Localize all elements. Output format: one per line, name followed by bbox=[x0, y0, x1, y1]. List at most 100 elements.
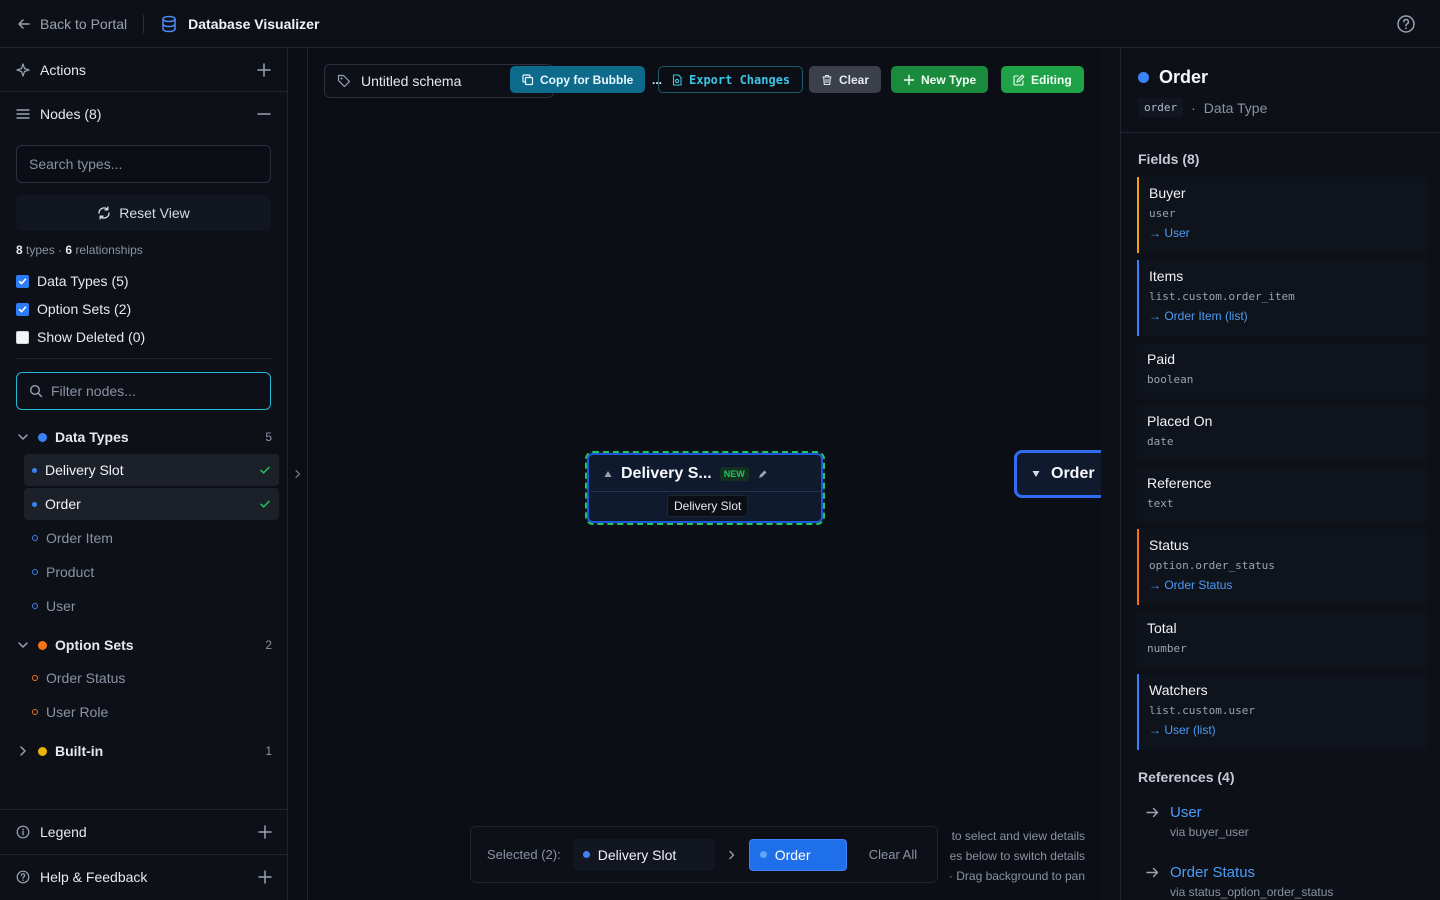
collapse-triangle-icon[interactable] bbox=[1031, 469, 1041, 479]
fields-section-title: Fields (8) bbox=[1138, 151, 1200, 167]
checkbox-data-types[interactable]: Data Types (5) bbox=[16, 273, 129, 289]
field-type: boolean bbox=[1147, 373, 1194, 386]
data-type-color-dot bbox=[38, 432, 47, 442]
field-items[interactable]: Items list.custom.order_item → Order Ite… bbox=[1137, 260, 1427, 336]
field-name: Status bbox=[1149, 537, 1189, 553]
types-count: 8 bbox=[16, 243, 23, 257]
pencil-icon[interactable] bbox=[757, 469, 768, 480]
field-total[interactable]: Total number bbox=[1137, 612, 1427, 668]
plus-icon[interactable] bbox=[258, 825, 272, 839]
field-name: Watchers bbox=[1149, 682, 1208, 698]
arrow-left-icon bbox=[16, 16, 32, 32]
reset-view-button[interactable]: Reset View bbox=[16, 195, 271, 231]
chevron-down-icon[interactable] bbox=[16, 430, 30, 444]
editing-label: Editing bbox=[1031, 72, 1072, 87]
export-changes-button[interactable]: Export Changes bbox=[658, 66, 804, 93]
checkbox-unchecked-icon[interactable] bbox=[16, 330, 29, 344]
collapse-triangle-icon[interactable] bbox=[603, 469, 613, 479]
copy-for-bubble-button[interactable]: Copy for Bubble bbox=[510, 66, 646, 93]
clear-button[interactable]: Clear bbox=[809, 66, 882, 93]
details-subtitle: order · Data Type bbox=[1138, 98, 1267, 117]
relationships-word: relationships bbox=[75, 243, 143, 257]
field-status[interactable]: Status option.order_status → Order Statu… bbox=[1137, 529, 1427, 605]
chevron-down-icon[interactable] bbox=[16, 638, 30, 652]
new-type-button[interactable]: New Type bbox=[891, 66, 989, 93]
group-option-sets[interactable]: Option Sets 2 bbox=[16, 637, 272, 653]
bullet-icon bbox=[32, 535, 38, 541]
node-title: Order bbox=[1051, 465, 1095, 482]
clear-label: Clear bbox=[839, 72, 870, 87]
field-reference-link[interactable]: → User bbox=[1149, 226, 1417, 240]
field-placed-on[interactable]: Placed On date bbox=[1137, 405, 1427, 461]
reference-label: User bbox=[1170, 804, 1202, 821]
field-paid[interactable]: Paid boolean bbox=[1137, 343, 1427, 399]
help-icon[interactable] bbox=[1396, 14, 1416, 34]
selection-bar: Selected (2): Delivery Slot Order Clear … bbox=[470, 826, 938, 883]
checkbox-checked-icon[interactable] bbox=[16, 302, 29, 316]
more-options-button[interactable]: ... bbox=[646, 66, 668, 93]
checkbox-show-deleted[interactable]: Show Deleted (0) bbox=[16, 329, 145, 345]
checkbox-checked-icon[interactable] bbox=[16, 274, 29, 288]
back-to-portal-link[interactable]: Back to Portal bbox=[16, 16, 127, 32]
chip-label: Order bbox=[774, 846, 811, 863]
group-built-in[interactable]: Built-in 1 bbox=[16, 743, 272, 759]
minus-icon[interactable] bbox=[257, 107, 271, 121]
group-data-types[interactable]: Data Types 5 bbox=[16, 429, 272, 445]
field-reference-link[interactable]: → User (list) bbox=[1149, 723, 1417, 737]
copy-icon bbox=[522, 73, 534, 86]
schema-canvas[interactable]: Untitled schema Copy for Bubble Export C… bbox=[308, 48, 1101, 900]
field-reference-link[interactable]: → Order Status bbox=[1149, 578, 1417, 592]
edit-icon bbox=[1013, 74, 1025, 86]
reference-via: via buyer_user bbox=[1170, 825, 1249, 839]
search-types-input[interactable] bbox=[16, 145, 271, 183]
tree-item-label: Order bbox=[45, 496, 81, 512]
help-feedback-section-header[interactable]: Help & Feedback bbox=[0, 854, 288, 899]
filter-nodes-field[interactable] bbox=[16, 372, 271, 410]
tree-item-product[interactable]: Product bbox=[24, 556, 279, 588]
tree-item-order-status[interactable]: Order Status bbox=[24, 662, 279, 694]
divider bbox=[1121, 132, 1440, 133]
help-circle-icon bbox=[16, 870, 30, 884]
reference-name[interactable]: Order Status bbox=[1145, 864, 1333, 881]
back-label: Back to Portal bbox=[40, 15, 128, 32]
reference-name[interactable]: User bbox=[1145, 804, 1249, 821]
sidebar-collapse-toggle[interactable] bbox=[288, 48, 308, 900]
chevron-right-icon[interactable] bbox=[16, 744, 30, 758]
arrow-right-icon bbox=[1145, 865, 1160, 880]
reference-order-status[interactable]: Order Status via status_option_order_sta… bbox=[1145, 864, 1333, 899]
selected-chip-order[interactable]: Order bbox=[748, 838, 847, 871]
checkbox-option-sets[interactable]: Option Sets (2) bbox=[16, 301, 131, 317]
reference-user[interactable]: User via buyer_user bbox=[1145, 804, 1249, 839]
node-order[interactable]: Order bbox=[1014, 450, 1101, 498]
nodes-label: Nodes (8) bbox=[40, 106, 102, 122]
legend-section-header[interactable]: Legend bbox=[0, 809, 288, 854]
clear-all-button[interactable]: Clear All bbox=[869, 847, 917, 862]
type-relationship-counts: 8 types · 6 relationships bbox=[16, 243, 143, 257]
panel-gutter bbox=[1101, 48, 1120, 900]
bullet-icon bbox=[32, 709, 38, 715]
field-reference[interactable]: Reference text bbox=[1137, 467, 1427, 523]
field-buyer[interactable]: Buyer user → User bbox=[1137, 177, 1427, 253]
tree-item-order[interactable]: Order bbox=[24, 488, 279, 520]
selected-chip-delivery-slot[interactable]: Delivery Slot bbox=[572, 838, 715, 871]
help-feedback-label: Help & Feedback bbox=[40, 869, 148, 885]
tree-item-delivery-slot[interactable]: Delivery Slot bbox=[24, 454, 279, 486]
field-reference-link[interactable]: → Order Item (list) bbox=[1149, 309, 1417, 323]
plus-icon bbox=[903, 74, 915, 86]
node-delivery-slot[interactable]: Delivery S... NEW Delivery Slot bbox=[585, 451, 825, 525]
group-label: Data Types bbox=[55, 429, 129, 445]
tree-item-user-role[interactable]: User Role bbox=[24, 696, 279, 728]
tree-item-order-item[interactable]: Order Item bbox=[24, 522, 279, 554]
editing-toggle-button[interactable]: Editing bbox=[1001, 66, 1084, 93]
field-watchers[interactable]: Watchers list.custom.user → User (list) bbox=[1137, 674, 1427, 750]
tree-item-user[interactable]: User bbox=[24, 590, 279, 622]
bullet-icon bbox=[32, 675, 38, 681]
file-icon bbox=[671, 73, 683, 86]
tree-item-label: Delivery Slot bbox=[45, 462, 124, 478]
field-name: Placed On bbox=[1147, 413, 1213, 429]
nodes-section-header[interactable]: Nodes (8) bbox=[0, 92, 287, 136]
actions-section-header[interactable]: Actions bbox=[0, 48, 287, 92]
plus-icon[interactable] bbox=[257, 62, 271, 77]
plus-icon[interactable] bbox=[258, 870, 272, 884]
filter-nodes-input[interactable] bbox=[51, 383, 251, 399]
